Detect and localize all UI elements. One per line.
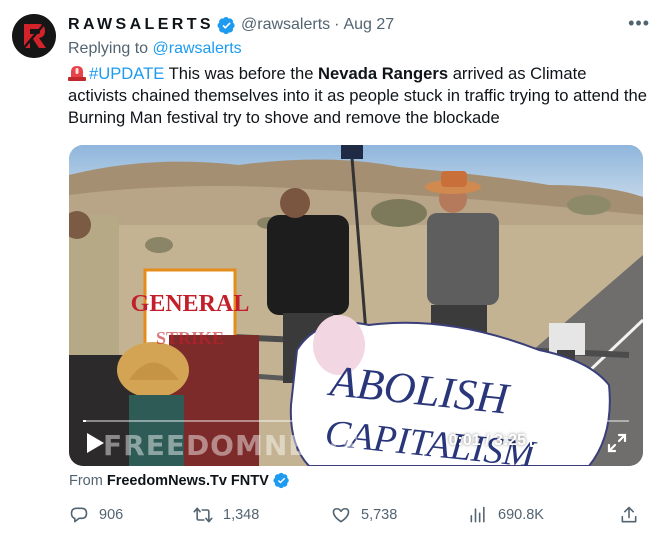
- retweet-icon: [193, 507, 213, 523]
- heart-icon: [332, 507, 350, 523]
- rotating-light-emoji-icon: [68, 66, 86, 81]
- avatar[interactable]: [12, 14, 56, 58]
- fullscreen-icon[interactable]: [606, 432, 628, 454]
- replying-to-prefix: Replying to: [68, 40, 149, 57]
- sign-abolish: ABOLISH: [325, 356, 513, 424]
- display-name[interactable]: RAWSALERTS: [68, 16, 214, 34]
- settings-gear-icon[interactable]: [565, 432, 587, 454]
- rawsalerts-logo-icon: [12, 14, 56, 58]
- share-icon: [621, 506, 637, 523]
- replying-to-handle-link[interactable]: @rawsalerts: [153, 40, 242, 57]
- video-time: 0:01 / 3:25: [448, 432, 526, 449]
- tweet-text: #UPDATE This was before the Nevada Range…: [68, 63, 648, 129]
- tweet-header: RAWSALERTS @rawsalerts · Aug 27 •••: [68, 13, 650, 36]
- share-button[interactable]: [619, 505, 649, 525]
- hashtag-link[interactable]: #UPDATE: [89, 64, 164, 83]
- video-player[interactable]: GENERAL STRIKE ABOLISH CAPITALISM FREEDO…: [69, 145, 643, 466]
- volume-muted-icon[interactable]: [528, 432, 550, 454]
- tweet-date[interactable]: Aug 27: [343, 16, 394, 34]
- reply-count: 906: [99, 507, 124, 523]
- handle[interactable]: @rawsalerts: [241, 16, 330, 34]
- verified-badge-icon: [217, 16, 235, 34]
- tweet-text-part1: This was before the: [164, 64, 319, 83]
- sign-strike: STRIKE: [156, 328, 224, 348]
- video-progress-fill: [83, 420, 86, 422]
- views-chart-icon: [470, 506, 485, 523]
- retweet-button[interactable]: 1,348: [193, 505, 259, 525]
- play-icon[interactable]: [85, 432, 105, 454]
- source-name-link[interactable]: FreedomNews.Tv FNTV: [107, 473, 269, 489]
- replying-to: Replying to @rawsalerts: [68, 40, 242, 58]
- video-watermark: FREEDOMNEWS: [103, 429, 362, 462]
- views-button[interactable]: 690.8K: [468, 505, 544, 525]
- reply-icon: [70, 507, 88, 523]
- sign-general: GENERAL: [131, 291, 250, 317]
- tweet-text-bold: Nevada Rangers: [318, 64, 449, 83]
- views-count: 690.8K: [498, 507, 544, 523]
- sign-text-layer: GENERAL STRIKE ABOLISH CAPITALISM: [131, 291, 539, 466]
- tweet-actions: 906 1,348 5,738 690.8K: [69, 505, 639, 527]
- video-source: From FreedomNews.Tv FNTV: [69, 472, 295, 489]
- source-prefix: From: [69, 472, 103, 489]
- like-count: 5,738: [361, 507, 398, 523]
- reply-button[interactable]: 906: [69, 505, 123, 525]
- verified-badge-icon: [273, 472, 289, 489]
- separator: ·: [334, 16, 340, 33]
- more-options-icon[interactable]: •••: [628, 13, 650, 34]
- video-progress-bar[interactable]: [83, 420, 629, 422]
- retweet-count: 1,348: [223, 507, 260, 523]
- like-button[interactable]: 5,738: [331, 505, 397, 525]
